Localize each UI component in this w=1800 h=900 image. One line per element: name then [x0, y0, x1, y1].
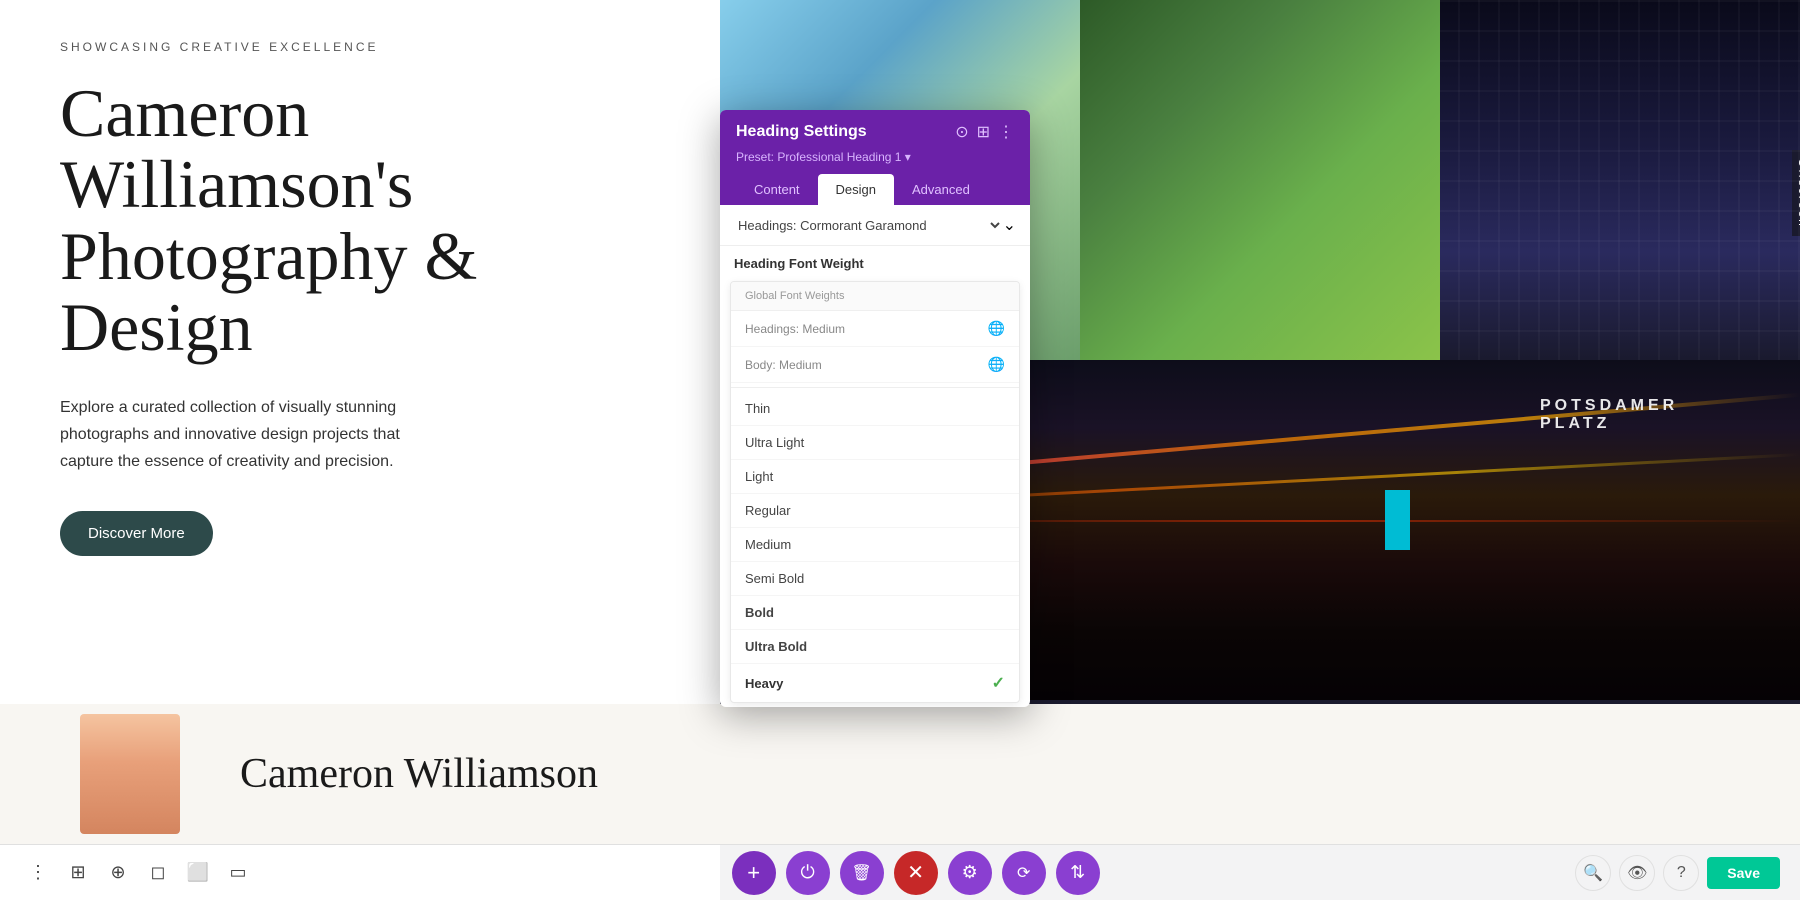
dropdown-item-headings-medium[interactable]: Headings: Medium 🌐	[731, 311, 1019, 347]
dropdown-item-ultralight[interactable]: Ultra Light	[731, 426, 1019, 460]
toolbar-comment-icon[interactable]: ◻	[140, 855, 176, 891]
global-weights-label: Global Font Weights	[731, 282, 1019, 311]
showcase-label: SHOWCASING CREATIVE EXCELLENCE	[60, 40, 660, 54]
dropdown-item-thin[interactable]: Thin	[731, 392, 1019, 426]
close-button[interactable]: ✕	[894, 851, 938, 895]
main-description: Explore a curated collection of visually…	[60, 394, 440, 476]
item-label: Ultra Bold	[745, 639, 807, 654]
panel-target-icon[interactable]: ⊙	[955, 122, 968, 142]
global-icon: 🌐	[988, 356, 1005, 373]
item-label: Light	[745, 469, 773, 484]
panel-title: Heading Settings	[736, 123, 867, 141]
selected-check-icon: ✓	[992, 673, 1005, 693]
item-label: Semi Bold	[745, 571, 804, 586]
item-label: Medium	[745, 537, 791, 552]
search-icon-btn[interactable]: 🔍	[1575, 855, 1611, 891]
font-weight-label: Heading Font Weight	[720, 246, 1030, 277]
toolbar-menu-icon[interactable]: ⋮	[20, 855, 56, 891]
plant-image	[1080, 0, 1440, 360]
discover-more-button[interactable]: Discover More	[60, 511, 213, 556]
tab-content[interactable]: Content	[736, 174, 818, 205]
portrait-thumbnail	[80, 714, 180, 834]
delete-button[interactable]: 🗑	[840, 851, 884, 895]
toolbar-search-icon[interactable]: ⊕	[100, 855, 136, 891]
main-heading: Cameron Williamson's Photography & Desig…	[60, 78, 660, 364]
add-element-button[interactable]: +	[732, 851, 776, 895]
item-label: Regular	[745, 503, 791, 518]
toolbar-desktop-icon[interactable]: ⬜	[180, 855, 216, 891]
preview-heading: Cameron Williamson	[240, 750, 598, 798]
bottom-toolbar: ⋮ ⊞ ⊕ ◻ ⬜ ▭ + ⏻ 🗑 ✕ ⚙ ⟳ ⇅ 🔍 👁 ? Save	[0, 844, 1800, 900]
help-icon-btn[interactable]: ?	[1663, 855, 1699, 891]
panel-title-row: Heading Settings ⊙ ⊞ ⋮	[736, 122, 1014, 142]
dropdown-item-body-medium[interactable]: Body: Medium 🌐	[731, 347, 1019, 383]
tab-design[interactable]: Design	[818, 174, 894, 205]
power-button[interactable]: ⏻	[786, 851, 830, 895]
item-label: Thin	[745, 401, 770, 416]
dropdown-item-regular[interactable]: Regular	[731, 494, 1019, 528]
global-icon: 🌐	[988, 320, 1005, 337]
toolbar-mobile-icon[interactable]: ▭	[220, 855, 256, 891]
toolbar-right-section: 🔍 👁 ? Save	[1575, 855, 1780, 891]
item-label: Headings: Medium	[745, 322, 845, 336]
offscreen-label: Offscreen	[1792, 150, 1800, 236]
divider	[731, 387, 1019, 388]
toolbar-center-section: + ⏻ 🗑 ✕ ⚙ ⟳ ⇅	[732, 851, 1100, 895]
teal-accent-strip	[1385, 490, 1410, 550]
panel-header-icons: ⊙ ⊞ ⋮	[955, 122, 1014, 142]
toolbar-grid-icon[interactable]: ⊞	[60, 855, 96, 891]
dropdown-item-semibold[interactable]: Semi Bold	[731, 562, 1019, 596]
panel-more-icon[interactable]: ⋮	[998, 122, 1014, 142]
panel-preset[interactable]: Preset: Professional Heading 1 ▾	[736, 150, 1014, 164]
panel-header: Heading Settings ⊙ ⊞ ⋮ Preset: Professio…	[720, 110, 1030, 205]
item-label: Body: Medium	[745, 358, 822, 372]
item-label: Bold	[745, 605, 774, 620]
toolbar-left-section: ⋮ ⊞ ⊕ ◻ ⬜ ▭	[20, 855, 256, 891]
font-family-row[interactable]: Headings: Cormorant Garamond ⌄	[720, 205, 1030, 246]
dropdown-item-light[interactable]: Light	[731, 460, 1019, 494]
bottom-preview-bar: Cameron Williamson	[0, 704, 1800, 844]
building-image: Offscreen	[1440, 0, 1800, 360]
panel-layout-icon[interactable]: ⊞	[977, 122, 990, 142]
item-label: Ultra Light	[745, 435, 804, 450]
eye-icon-btn[interactable]: 👁	[1619, 855, 1655, 891]
item-label: Heavy	[745, 676, 783, 691]
panel-tabs: Content Design Advanced	[736, 174, 1014, 205]
dropdown-item-heavy[interactable]: Heavy ✓	[731, 664, 1019, 702]
settings-button[interactable]: ⚙	[948, 851, 992, 895]
font-weight-dropdown[interactable]: Global Font Weights Headings: Medium 🌐 B…	[730, 281, 1020, 703]
dropdown-item-bold[interactable]: Bold	[731, 596, 1019, 630]
save-button[interactable]: Save	[1707, 857, 1780, 889]
tab-advanced[interactable]: Advanced	[894, 174, 988, 205]
history-button[interactable]: ⟳	[1002, 851, 1046, 895]
adjust-button[interactable]: ⇅	[1056, 851, 1100, 895]
dropdown-item-ultrabold[interactable]: Ultra Bold	[731, 630, 1019, 664]
font-family-select[interactable]: Headings: Cormorant Garamond	[734, 217, 1003, 234]
panel-body: Headings: Cormorant Garamond ⌄ Heading F…	[720, 205, 1030, 703]
select-arrow-icon: ⌄	[1003, 215, 1016, 235]
heading-settings-panel: Heading Settings ⊙ ⊞ ⋮ Preset: Professio…	[720, 110, 1030, 707]
dropdown-item-medium[interactable]: Medium	[731, 528, 1019, 562]
